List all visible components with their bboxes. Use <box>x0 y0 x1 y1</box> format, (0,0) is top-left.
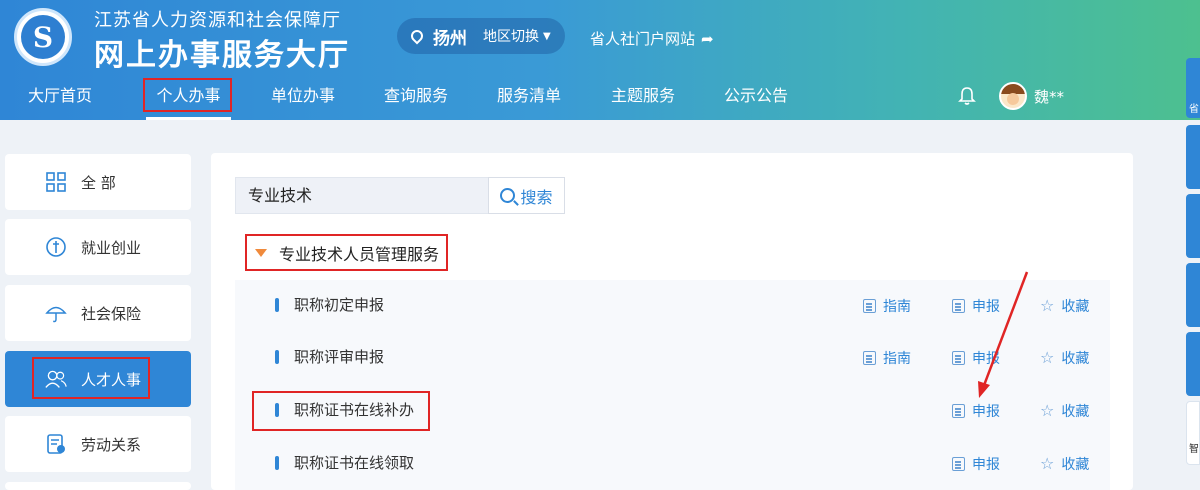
nav-query[interactable]: 查询服务 <box>384 74 448 120</box>
favorite-label: 收藏 <box>1061 404 1090 420</box>
favorite-label: 收藏 <box>1061 457 1090 473</box>
city-selector[interactable]: 扬州 地区切换 ▼ <box>397 18 565 54</box>
side-tab-6[interactable] <box>1186 401 1200 465</box>
side-menu-all[interactable]: 全 部 <box>5 154 191 210</box>
nav-announcements[interactable]: 公示公告 <box>724 74 788 120</box>
highlight-box-nav <box>143 78 232 112</box>
side-menu-label: 全 部 <box>81 173 116 192</box>
location-pin-icon <box>408 27 426 45</box>
region-switch-link[interactable]: 地区切换 <box>483 26 539 46</box>
row-marker <box>275 298 279 312</box>
bell-icon[interactable] <box>958 86 976 106</box>
org-subtitle: 江苏省人力资源和社会保障厅 <box>94 10 341 31</box>
apply-icon <box>952 404 965 418</box>
guide-icon <box>863 299 876 313</box>
nav-service-list[interactable]: 服务清单 <box>497 74 561 120</box>
logo-emblem-icon: S <box>21 15 65 59</box>
favorite-link[interactable]: ☆ 收藏 <box>1040 296 1089 316</box>
apply-icon <box>952 351 965 365</box>
grid-icon <box>45 171 67 193</box>
guide-link[interactable]: 指南 <box>863 296 911 316</box>
caret-down-icon: ▼ <box>543 30 551 42</box>
apply-label: 申报 <box>972 351 1000 367</box>
apply-icon <box>952 299 965 313</box>
side-tab-5[interactable] <box>1186 332 1200 396</box>
side-tab-1-label: 省 <box>1189 104 1199 115</box>
caret-down-icon <box>255 248 267 257</box>
star-icon: ☆ <box>1040 401 1055 420</box>
favorite-link[interactable]: ☆ 收藏 <box>1040 348 1089 368</box>
briefcase-icon <box>45 236 67 258</box>
side-menu-label: 劳动关系 <box>81 435 142 454</box>
side-menu-social-insurance[interactable]: 社会保险 <box>5 285 191 341</box>
apply-link[interactable]: 申报 <box>952 296 1000 316</box>
share-arrow-icon: ➦ <box>701 29 714 48</box>
star-icon: ☆ <box>1040 454 1055 473</box>
org-title: 网上办事服务大厅 <box>94 38 350 73</box>
document-icon <box>45 433 67 455</box>
username[interactable]: 魏** <box>1034 86 1064 107</box>
service-row[interactable]: 职称评审申报 指南 申报 ☆ 收藏 <box>235 332 1110 384</box>
side-tab-2[interactable] <box>1186 125 1200 189</box>
umbrella-icon <box>45 302 67 324</box>
guide-label: 指南 <box>883 351 911 367</box>
side-menu-employment[interactable]: 就业创业 <box>5 219 191 275</box>
portal-link[interactable]: 省人社门户网站 ➦ <box>590 28 714 49</box>
star-icon: ☆ <box>1040 296 1055 315</box>
apply-link[interactable]: 申报 <box>952 454 1000 474</box>
apply-label: 申报 <box>972 457 1000 473</box>
search-input[interactable]: 专业技术 <box>235 177 489 214</box>
side-menu-label: 社会保险 <box>81 304 142 323</box>
nav-topics[interactable]: 主题服务 <box>611 74 675 120</box>
side-tab-4[interactable] <box>1186 263 1200 327</box>
highlight-box-row <box>252 391 430 431</box>
category-header[interactable]: 专业技术人员管理服务 <box>245 234 448 271</box>
row-marker <box>275 350 279 364</box>
favorite-label: 收藏 <box>1061 299 1090 315</box>
side-menu-labor-relations[interactable]: 劳动关系 <box>5 416 191 472</box>
highlight-box-menu <box>32 357 150 399</box>
portal-link-label: 省人社门户网站 <box>590 30 696 48</box>
service-row[interactable]: 职称初定申报 指南 申报 ☆ 收藏 <box>235 280 1110 332</box>
side-menu-label: 就业创业 <box>81 238 142 257</box>
star-icon: ☆ <box>1040 348 1055 367</box>
search-button-label: 搜索 <box>520 187 553 207</box>
site-logo[interactable]: S <box>14 8 72 66</box>
apply-label: 申报 <box>972 299 1000 315</box>
side-tab-6-label: 智 <box>1189 444 1199 455</box>
search-button[interactable]: 搜索 <box>488 177 565 214</box>
guide-icon <box>863 351 876 365</box>
favorite-link[interactable]: ☆ 收藏 <box>1040 401 1089 421</box>
service-title[interactable]: 职称证书在线领取 <box>294 452 414 473</box>
avatar[interactable] <box>999 82 1027 110</box>
apply-link[interactable]: 申报 <box>952 401 1000 421</box>
apply-link[interactable]: 申报 <box>952 348 1000 368</box>
current-city: 扬州 <box>433 28 467 49</box>
avatar-face <box>1007 93 1019 105</box>
service-title[interactable]: 职称初定申报 <box>294 294 384 315</box>
guide-label: 指南 <box>883 299 911 315</box>
apply-label: 申报 <box>972 404 1000 420</box>
nav-organization[interactable]: 单位办事 <box>271 74 335 120</box>
guide-link[interactable]: 指南 <box>863 348 911 368</box>
favorite-label: 收藏 <box>1061 351 1090 367</box>
side-menu-more[interactable] <box>5 482 191 490</box>
row-marker <box>275 456 279 470</box>
search-icon <box>500 188 516 203</box>
apply-icon <box>952 457 965 471</box>
service-row[interactable]: 职称证书在线领取 申报 ☆ 收藏 <box>235 438 1110 490</box>
service-title[interactable]: 职称评审申报 <box>294 346 384 367</box>
side-tab-3[interactable] <box>1186 194 1200 258</box>
favorite-link[interactable]: ☆ 收藏 <box>1040 454 1089 474</box>
category-label: 专业技术人员管理服务 <box>279 244 440 264</box>
nav-home[interactable]: 大厅首页 <box>28 74 92 120</box>
